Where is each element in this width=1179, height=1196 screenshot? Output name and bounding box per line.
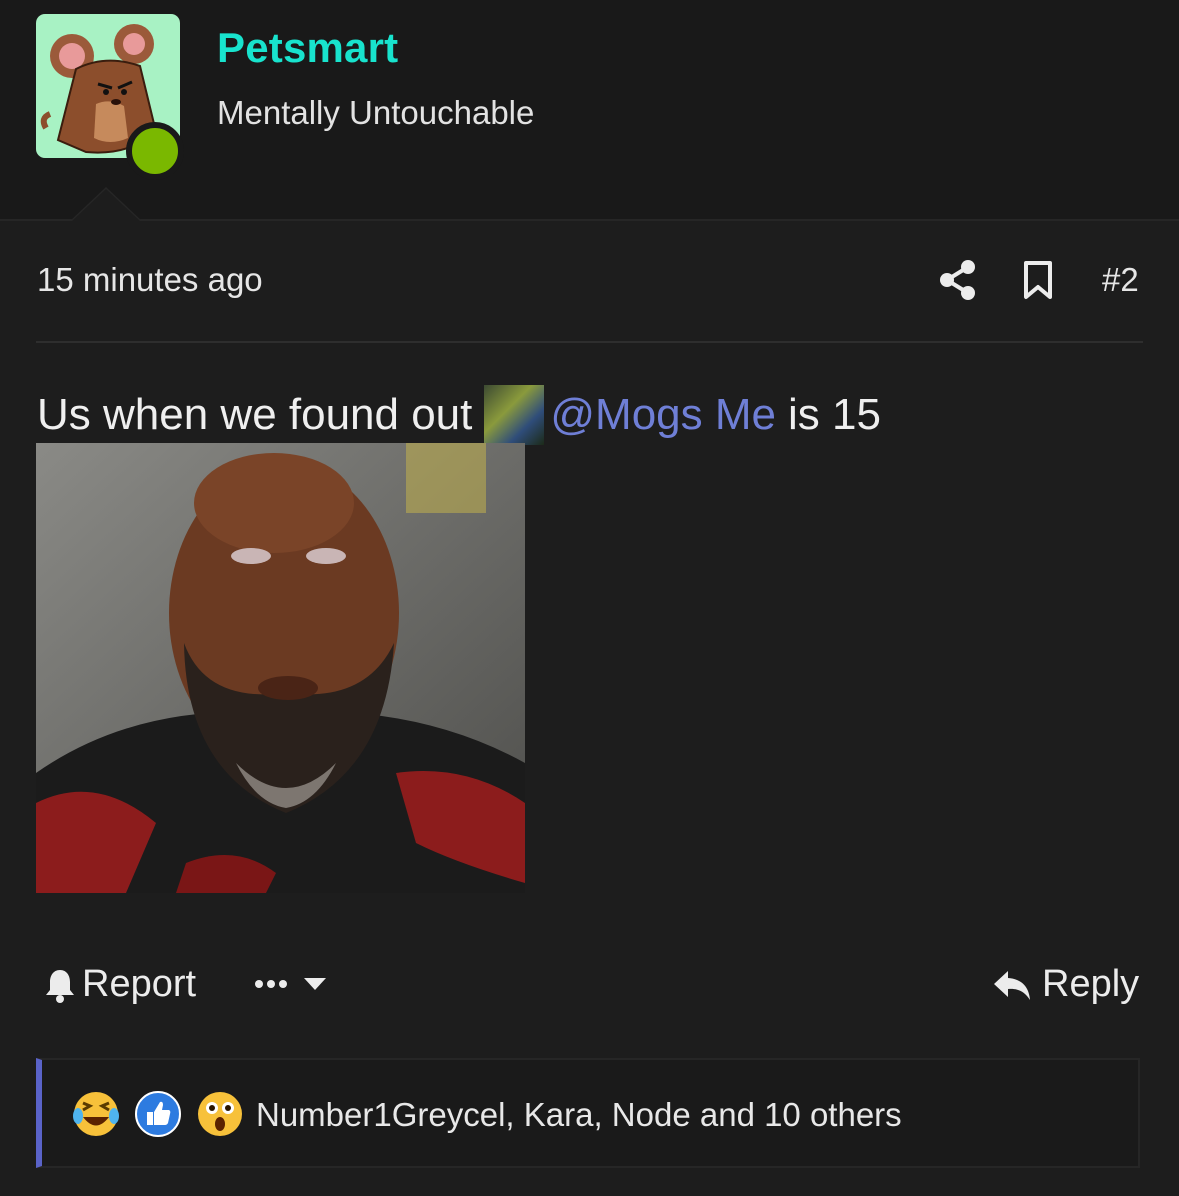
post-attached-image[interactable] [36,443,525,893]
share-button[interactable] [938,259,978,301]
reactions-bar[interactable]: Number1Greycel, Kara, Node and 10 others [36,1058,1140,1168]
meta-divider [36,341,1143,343]
author-title: Mentally Untouchable [217,94,535,131]
laugh-cry-icon [72,1090,120,1138]
reply-label: Reply [1042,963,1140,1005]
header-pointer [72,189,140,221]
bookmark-icon [1024,261,1052,299]
post-number-link[interactable]: #2 [1102,261,1139,299]
forum-post: Petsmart Mentally Untouchable 15 minutes… [0,0,1179,1196]
mention-user-avatar[interactable] [484,385,545,445]
share-icon [940,260,975,300]
ellipsis-icon [255,980,287,988]
post-author-header: Petsmart Mentally Untouchable [0,0,1179,221]
report-label: Report [82,963,197,1005]
chevron-down-icon [304,978,326,990]
user-mention-link[interactable]: @Mogs Me [550,390,776,440]
reply-button[interactable]: Reply [992,963,1139,1006]
bookmark-button[interactable] [1020,259,1056,301]
post-body-text: Us when we found out @Mogs Me is 15 [37,385,881,445]
author-avatar[interactable] [36,14,184,180]
shocked-icon [196,1090,244,1138]
reply-arrow-icon [994,970,1030,1000]
post-text-before: Us when we found out [37,390,473,439]
thumbs-up-icon [134,1090,182,1138]
post-text-after: is 15 [788,390,881,439]
online-status-indicator [126,122,184,180]
post-timestamp[interactable]: 15 minutes ago [37,261,263,299]
report-button[interactable]: Report [44,963,196,1006]
bell-icon [46,969,74,1003]
more-options-button[interactable] [252,968,330,1000]
reaction-users-summary[interactable]: Number1Greycel, Kara, Node and 10 others [256,1096,902,1134]
author-name[interactable]: Petsmart [217,24,398,72]
